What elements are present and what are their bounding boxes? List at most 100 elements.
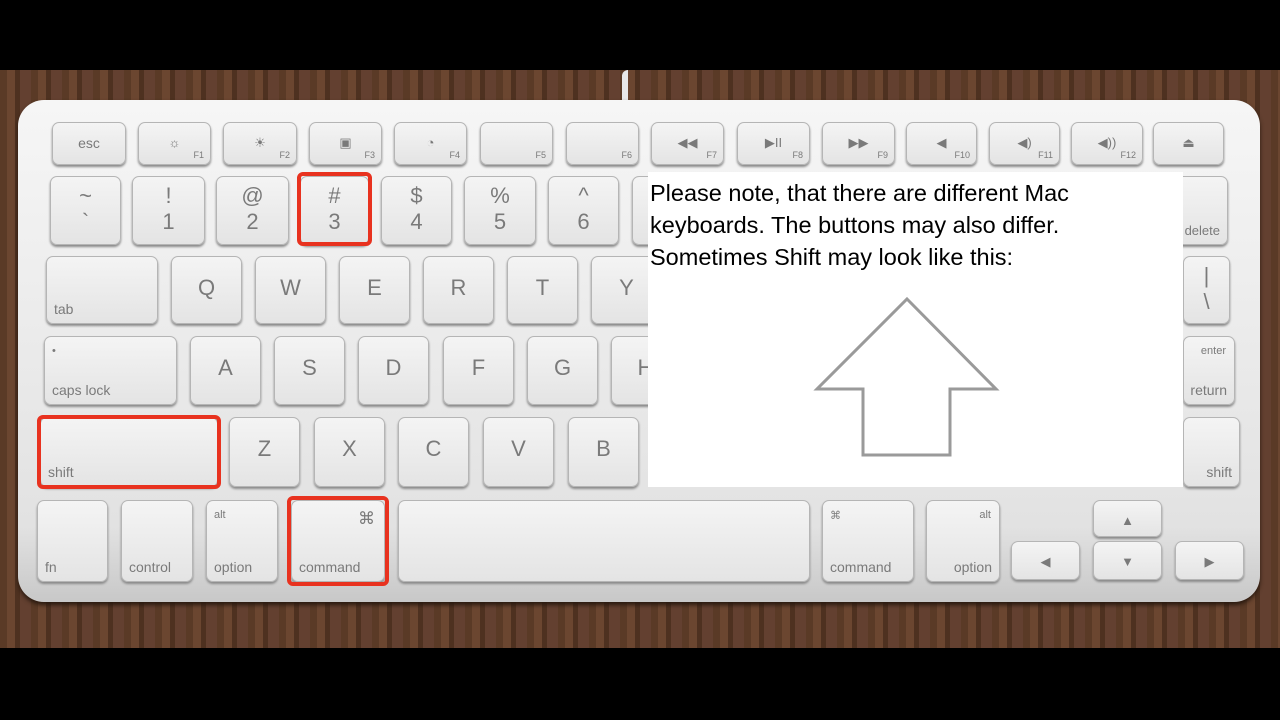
- key-d[interactable]: D: [358, 336, 429, 405]
- key-icon: ▣: [339, 135, 352, 150]
- key-tab[interactable]: tab: [46, 256, 158, 324]
- key-b[interactable]: B: [568, 417, 639, 487]
- key-f9[interactable]: ▶▶ F9: [822, 122, 895, 165]
- key-a[interactable]: A: [190, 336, 261, 405]
- key-g[interactable]: G: [527, 336, 598, 405]
- key-label: tab: [54, 301, 74, 317]
- key-label: fn: [45, 559, 57, 575]
- key-label: shift: [1206, 464, 1232, 480]
- key-caps-lock[interactable]: caps lock •: [44, 336, 177, 405]
- key-icon: ☀: [254, 135, 266, 150]
- key-label: 5: [493, 209, 507, 234]
- key-space[interactable]: [398, 500, 810, 582]
- key-alt-label: alt: [214, 509, 226, 521]
- key-fn-label: F11: [1038, 150, 1053, 160]
- key-e[interactable]: E: [339, 256, 410, 324]
- key-fn-label: F2: [279, 150, 290, 160]
- key-f2[interactable]: ☀ F2: [223, 122, 297, 165]
- key-icon: ⏏: [1182, 135, 1195, 150]
- key-1[interactable]: ! 1: [132, 176, 205, 245]
- key-fn-label: F5: [535, 150, 546, 160]
- key-eject[interactable]: ⏏: [1153, 122, 1224, 165]
- key-f7[interactable]: ◀◀ F7: [651, 122, 724, 165]
- key-f6[interactable]: F6: [566, 122, 639, 165]
- key-return[interactable]: return enter: [1183, 336, 1235, 405]
- key-x[interactable]: X: [314, 417, 385, 487]
- key-control[interactable]: control: [121, 500, 193, 582]
- key-f8[interactable]: ▶II F8: [737, 122, 810, 165]
- key-label: T: [535, 275, 550, 300]
- key-label: Q: [197, 275, 216, 300]
- key-label: V: [511, 436, 526, 461]
- key-fn-label: F7: [706, 150, 717, 160]
- highlight-command-left: [287, 496, 389, 586]
- key-arrow-up[interactable]: ▲: [1093, 500, 1162, 537]
- key-2[interactable]: @2: [216, 176, 289, 245]
- key-fn-label: F9: [877, 150, 888, 160]
- key-label: D: [385, 355, 402, 380]
- key-f1[interactable]: ☼ F1: [138, 122, 211, 165]
- key-z[interactable]: Z: [229, 417, 300, 487]
- key-label: command: [830, 559, 892, 575]
- key-label: F: [471, 355, 486, 380]
- key-option-right[interactable]: option alt: [926, 500, 1000, 582]
- key-f10[interactable]: ◀ F10: [906, 122, 977, 165]
- key-f3[interactable]: ▣ F3: [309, 122, 382, 165]
- key-6[interactable]: ^ 6: [548, 176, 619, 245]
- key-f5[interactable]: F5: [480, 122, 553, 165]
- key-icon: ▼: [1121, 554, 1134, 569]
- highlight-shift-left: [37, 415, 221, 489]
- key-arrow-left[interactable]: ◀: [1011, 541, 1080, 580]
- key-alt-label: alt: [979, 509, 991, 521]
- key-f11[interactable]: ◀) F11: [989, 122, 1060, 165]
- key-label: R: [450, 275, 467, 300]
- key-label: return: [1190, 382, 1227, 398]
- key-w[interactable]: W: [255, 256, 326, 324]
- key-option-left[interactable]: option alt: [206, 500, 278, 582]
- key-r[interactable]: R: [423, 256, 494, 324]
- key-arrow-right[interactable]: ▶: [1175, 541, 1244, 580]
- key-shift-label: !: [165, 183, 172, 208]
- key-v[interactable]: V: [483, 417, 554, 487]
- key-label: delete: [1184, 223, 1220, 238]
- key-esc[interactable]: esc: [52, 122, 126, 165]
- key-s[interactable]: S: [274, 336, 345, 405]
- key-icon: ▶▶: [848, 135, 869, 150]
- key-label: option: [214, 559, 253, 575]
- key-shift-label: $: [410, 183, 423, 208]
- key-shift-right[interactable]: shift: [1183, 417, 1240, 487]
- key-alt-label: ⌘: [830, 510, 841, 522]
- key-fn-label: F1: [193, 150, 204, 160]
- key-4[interactable]: $4: [381, 176, 452, 245]
- key-label: C: [425, 436, 442, 461]
- key-f4[interactable]: ◔ F4: [394, 122, 467, 165]
- key-q[interactable]: Q: [171, 256, 242, 324]
- key-c[interactable]: C: [398, 417, 469, 487]
- shift-arrow-icon: [813, 296, 1000, 457]
- key-fn-label: F3: [364, 150, 375, 160]
- key-f[interactable]: F: [443, 336, 514, 405]
- key-fn-label: F12: [1120, 150, 1136, 160]
- key-icon: ◀: [1040, 554, 1051, 569]
- key-label: caps lock: [52, 382, 111, 398]
- key-arrow-down[interactable]: ▼: [1093, 541, 1162, 580]
- key-t[interactable]: T: [507, 256, 578, 324]
- key-label: option: [953, 559, 992, 575]
- key-label: E: [367, 275, 382, 300]
- key-shift-label: %: [490, 183, 510, 208]
- key-icon: ▲: [1121, 513, 1134, 528]
- key-label: G: [553, 355, 572, 380]
- key-5[interactable]: % 5: [464, 176, 536, 245]
- key-tilde[interactable]: ~ `: [50, 176, 121, 245]
- key-icon: ☼: [168, 135, 181, 150]
- key-fn-label: F10: [954, 150, 970, 160]
- key-shift-label: |: [1203, 263, 1210, 288]
- key-command-right[interactable]: command ⌘: [822, 500, 914, 582]
- key-backslash[interactable]: | \: [1183, 256, 1230, 324]
- key-icon: ◀: [936, 135, 947, 150]
- key-label: 6: [577, 209, 590, 234]
- key-f12[interactable]: ◀)) F12: [1071, 122, 1143, 165]
- key-label: 2: [246, 209, 259, 234]
- key-icon: ◀)): [1097, 135, 1117, 150]
- key-fn[interactable]: fn: [37, 500, 108, 582]
